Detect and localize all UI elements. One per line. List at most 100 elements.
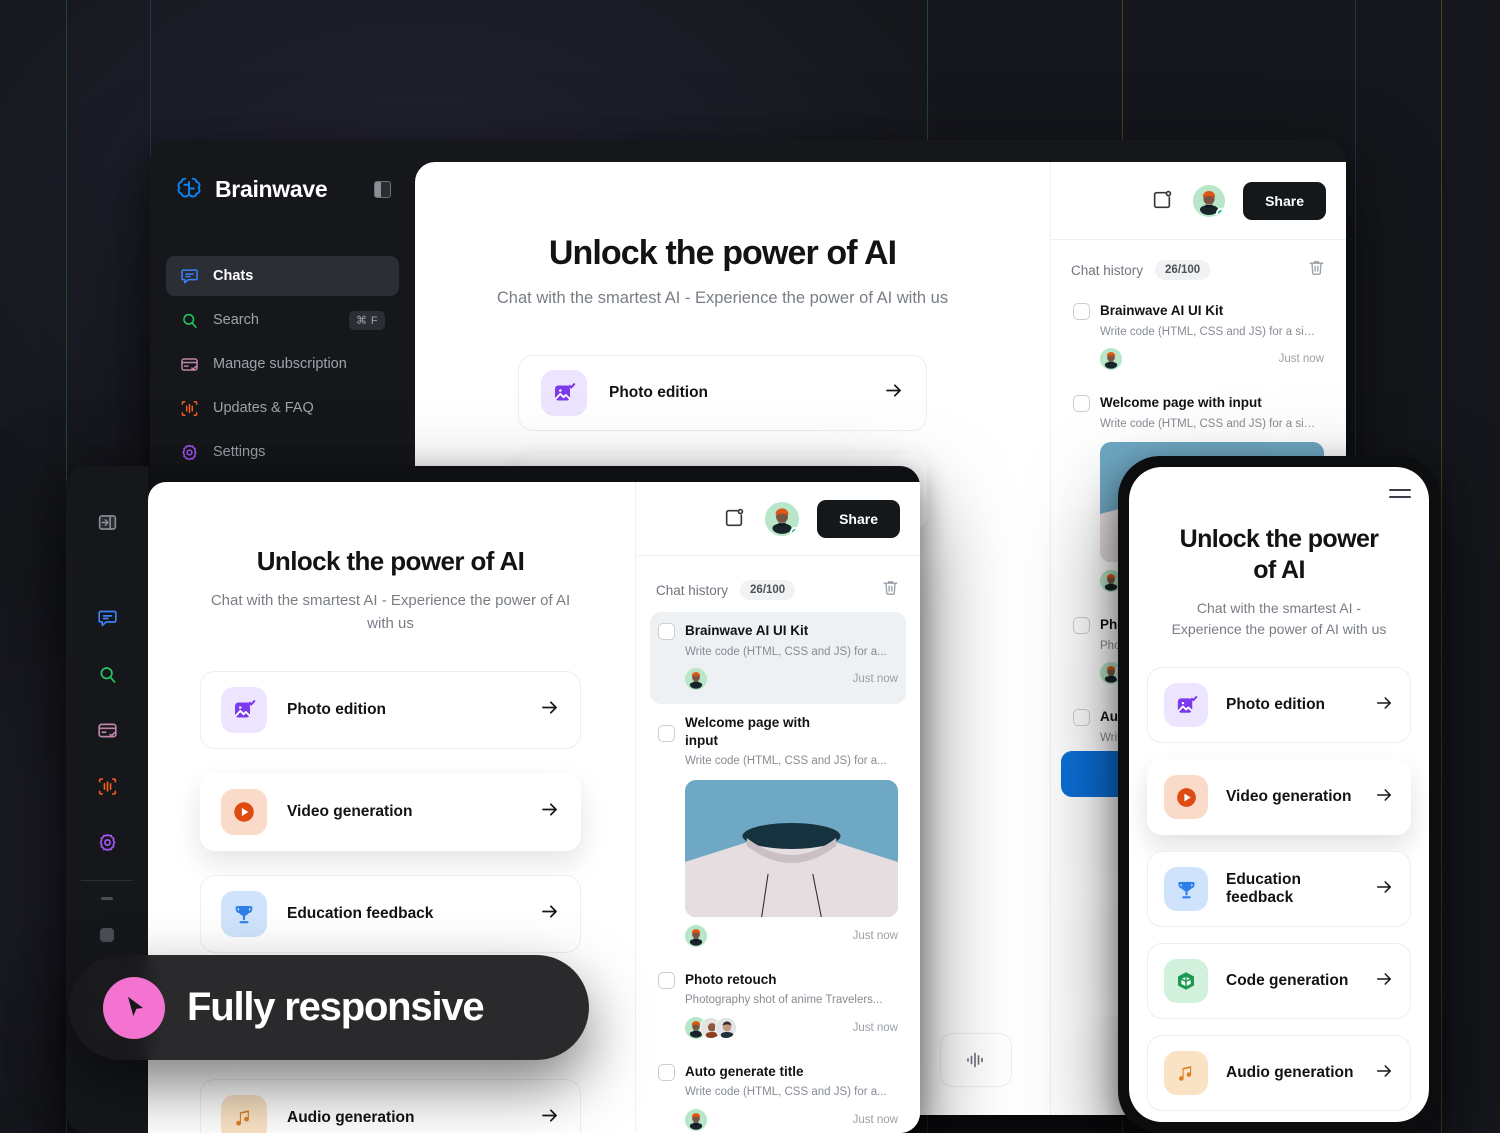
share-button[interactable]: Share [1243, 181, 1326, 220]
chat-item-checkbox[interactable] [658, 1063, 675, 1081]
page-subtitle: Chat with the smartest AI - Experience t… [210, 592, 571, 632]
action-card-label: Education feedback [1226, 871, 1301, 907]
rail-divider [81, 880, 133, 881]
chat-item-checkbox[interactable] [1073, 617, 1090, 635]
chat-item-time: Just now [1278, 353, 1324, 366]
chat-item-title: Welcome page with input [685, 715, 811, 748]
chat-item-desc: Write code (HTML, CSS and JS) for a... [685, 645, 887, 658]
laptop-topbar: Share [636, 482, 920, 556]
chat-item-title: Auto generate title [685, 1063, 804, 1079]
search-icon[interactable] [87, 654, 127, 694]
gear-icon [180, 443, 199, 462]
brand-logo[interactable]: Brainwave [166, 174, 399, 204]
action-card-photo-edition[interactable]: Photo edition [518, 354, 927, 431]
action-card-label: Video generation [287, 803, 413, 820]
sidebar-item-chats[interactable]: Chats [166, 256, 399, 296]
photo-edit-icon [1164, 683, 1208, 728]
video-play-icon [221, 789, 267, 835]
sidebar-item-manage-subscription[interactable]: Manage subscription [166, 344, 399, 384]
page-title: Unlock the power of AI [1147, 524, 1411, 585]
chat-history-title: Chat history [1071, 262, 1144, 278]
page-title-line1: Unlock the power [1179, 525, 1379, 553]
theme-dot-gray[interactable] [100, 928, 114, 942]
action-card-photo-edition[interactable]: Photo edition [1147, 667, 1411, 744]
sidebar-item-updates-faq[interactable]: Updates & FAQ [166, 388, 399, 428]
trash-icon[interactable] [1307, 258, 1326, 282]
arrow-right-icon [539, 697, 560, 723]
sidebar-item-search[interactable]: Search ⌘ F [166, 300, 399, 340]
chat-bubble-icon[interactable] [87, 598, 127, 638]
music-note-icon [1164, 1051, 1208, 1096]
page-subtitle: Chat with the smartest AI - Experience t… [496, 289, 949, 307]
sidebar-item-label: Updates & FAQ [213, 400, 314, 416]
share-button[interactable]: Share [817, 499, 900, 538]
chat-item-thumbnail[interactable] [685, 779, 898, 917]
chat-item-checkbox[interactable] [658, 971, 675, 989]
credit-card-icon[interactable] [87, 710, 127, 750]
expand-panel-icon[interactable] [87, 502, 127, 542]
avatar [685, 1108, 707, 1131]
action-card-label: Photo edition [1226, 696, 1326, 714]
chat-item-checkbox[interactable] [658, 623, 675, 640]
audio-input-button[interactable] [940, 1033, 1012, 1087]
chat-history-title: Chat history [656, 582, 729, 598]
avatar[interactable] [765, 501, 800, 536]
chat-item-checkbox[interactable] [1073, 709, 1090, 727]
chat-history-item[interactable]: Welcome page with input Write code (HTML… [650, 704, 906, 961]
credit-card-icon [180, 355, 199, 374]
chat-item-time: Just now [852, 1113, 898, 1126]
action-card-video-generation[interactable]: Video generation [200, 773, 581, 851]
action-card-audio-generation[interactable]: Audio generation [1147, 1035, 1411, 1112]
brain-logo-icon [174, 174, 204, 204]
avatar [685, 668, 707, 691]
sidebar-item-label: Chats [213, 268, 254, 284]
online-status-dot [1216, 207, 1226, 217]
chat-item-desc: Write code (HTML, CSS and JS) for a... [685, 755, 887, 768]
new-chat-icon[interactable] [723, 507, 747, 531]
trophy-icon [1164, 867, 1208, 912]
action-card-video-generation[interactable]: Video generation [1147, 759, 1411, 836]
arrow-right-icon [539, 1105, 560, 1131]
page-subtitle-line1: Chat with the smartest AI - [1196, 600, 1362, 616]
new-chat-icon[interactable] [1151, 189, 1175, 213]
gear-icon[interactable] [87, 822, 127, 862]
arrow-right-icon [883, 380, 904, 406]
chat-history-item[interactable]: Brainwave AI UI Kit Write code (HTML, CS… [1065, 292, 1332, 384]
chat-history-header: Chat history 26/100 [1051, 240, 1346, 292]
action-card-label: Code generation [1226, 972, 1349, 990]
chat-item-checkbox[interactable] [1073, 303, 1090, 320]
arrow-right-icon [1374, 877, 1394, 902]
action-card-code-generation[interactable]: Code generation [1147, 943, 1411, 1020]
fully-responsive-badge: Fully responsive [69, 955, 589, 1060]
theme-dot-dash[interactable] [101, 897, 113, 900]
sidebar-nav: Chats Search ⌘ F Manage subscription Upd… [166, 256, 399, 472]
arrow-right-icon [1374, 693, 1394, 718]
action-card-photo-edition[interactable]: Photo edition [200, 671, 581, 749]
chat-item-time: Just now [852, 1021, 898, 1034]
action-card-label: Education feedback [287, 905, 434, 922]
chat-item-checkbox[interactable] [1073, 395, 1090, 413]
sidebar-item-label: Settings [213, 444, 266, 460]
chat-history-item[interactable]: Photo retouch Photography shot of anime … [650, 961, 906, 1053]
brand-name: Brainwave [215, 175, 328, 202]
pulse-scan-icon[interactable] [87, 766, 127, 806]
avatar[interactable] [1193, 184, 1226, 217]
action-card-label: Photo edition [609, 383, 709, 401]
hamburger-menu-icon[interactable] [1389, 489, 1411, 498]
action-card-education-feedback[interactable]: Education feedback [1147, 851, 1411, 928]
page-title-line2: of AI [1253, 555, 1305, 584]
action-card-audio-generation[interactable]: Audio generation [200, 1079, 581, 1133]
chat-item-title: Brainwave AI UI Kit [1100, 303, 1224, 318]
page-title: Unlock the power of AI [548, 234, 897, 272]
panel-collapse-icon[interactable] [374, 180, 391, 198]
chat-history-item[interactable]: Brainwave AI UI Kit Write code (HTML, CS… [650, 612, 906, 705]
action-card-education-feedback[interactable]: Education feedback [200, 875, 581, 953]
pulse-scan-icon [180, 399, 199, 418]
arrow-right-icon [1374, 1061, 1394, 1086]
chat-item-checkbox[interactable] [658, 725, 675, 743]
trash-icon[interactable] [881, 578, 900, 602]
chat-history-header: Chat history 26/100 [636, 556, 920, 612]
chat-history-item[interactable]: Auto generate title Write code (HTML, CS… [650, 1053, 906, 1133]
online-status-dot [790, 526, 800, 536]
arrow-right-icon [539, 799, 560, 825]
